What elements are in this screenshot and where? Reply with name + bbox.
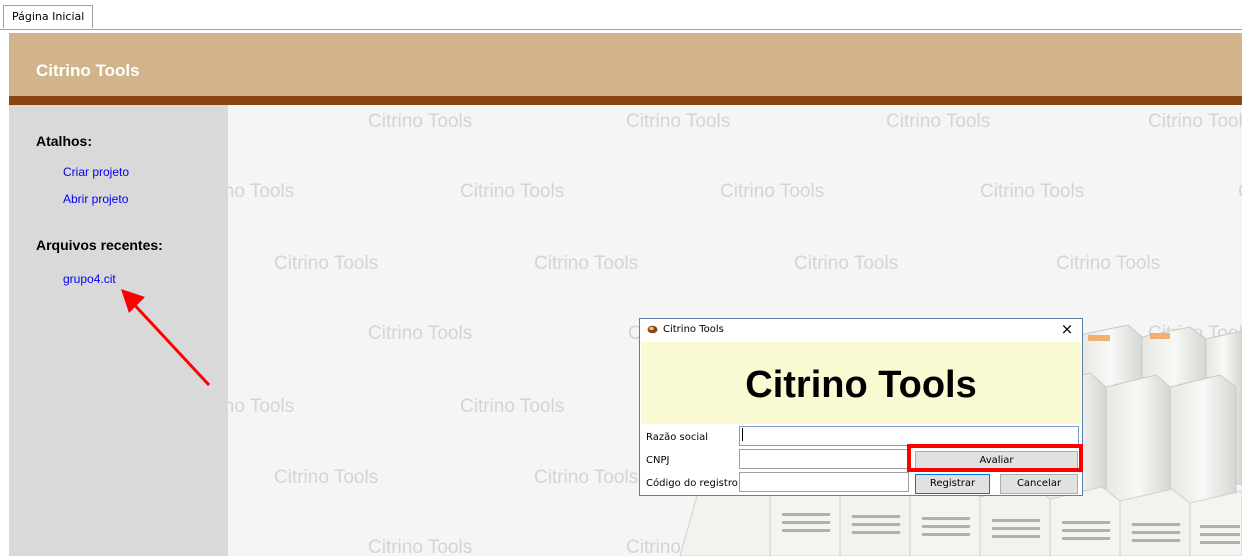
watermark-text: Citrino Tools [626,111,731,132]
company-name-label: Razão social [646,432,709,443]
tab-strip: Página Inicial [0,0,1242,30]
watermark-text: Citrino Tools [720,181,825,202]
dialog-title: Citrino Tools [663,324,724,335]
app-header: Citrino Tools [9,33,1242,96]
company-name-input[interactable] [739,426,1079,446]
banner-title: Citrino Tools [745,364,977,406]
watermark-text: Citrino Tools [368,537,473,556]
dialog-banner: Citrino Tools [641,342,1081,424]
cnpj-input[interactable] [739,449,909,469]
cancel-button[interactable]: Cancelar [1000,474,1078,494]
watermark-text: Citrino Tools [368,323,473,344]
watermark-text: Citrino Tools [794,253,899,274]
watermark-text: Citrino Tools [274,253,379,274]
watermark-text: Citrino Tools [980,181,1085,202]
red-arrow-annotation [121,289,211,387]
recent-files-heading: Arquivos recentes: [36,237,163,253]
watermark-text: Citrino Tools [1238,181,1242,203]
watermark-text: Citrino Tools [460,396,565,417]
cnpj-label: CNPJ [646,455,670,466]
watermark-text: Citrino Tools [228,181,295,202]
open-project-link[interactable]: Abrir projeto [63,192,128,206]
shortcuts-heading: Atalhos: [36,133,92,149]
watermark-text: Citrino Tools [1148,111,1242,132]
close-icon[interactable]: × [1058,321,1076,339]
app-icon [647,325,658,334]
create-project-link[interactable]: Criar projeto [63,165,129,179]
dialog-titlebar[interactable]: Citrino Tools × [640,319,1082,341]
text-caret [742,428,743,441]
watermark-text: Citrino Tools [534,467,639,488]
watermark-text: Citrino Tools [534,253,639,274]
watermark-text: Citrino Tools [460,181,565,202]
watermark-text: Citrino Tools [1056,253,1161,274]
watermark-text: Citrino Tools [886,111,991,132]
register-button[interactable]: Registrar [915,474,990,494]
red-highlight-annotation [907,444,1083,472]
watermark-text: Citrino Tools [274,467,379,488]
tab-pagina-inicial[interactable]: Página Inicial [3,5,94,28]
watermark-text: Citrino Tools [368,111,473,132]
header-divider [9,96,1242,105]
app-title: Citrino Tools [36,61,140,80]
registration-code-input[interactable] [739,472,909,492]
registration-code-label: Código do registro [646,478,738,489]
recent-file-link[interactable]: grupo4.cit [63,272,116,286]
watermark-text: Citrino Tools [228,396,295,417]
